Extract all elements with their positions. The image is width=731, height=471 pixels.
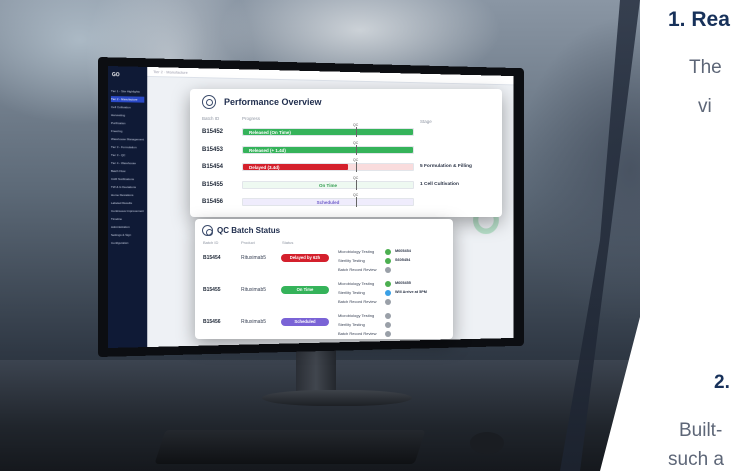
test-status-dot xyxy=(385,321,391,328)
app-logo: GO xyxy=(111,72,120,79)
qc-marker-line xyxy=(356,179,357,190)
sidebar-item[interactable]: Tier 3 - QC xyxy=(111,152,144,158)
batch-id: B15456 xyxy=(203,319,221,325)
sidebar-item[interactable]: Tier 1 - Site Highlights xyxy=(111,88,144,95)
sidebar-item[interactable]: Warehouse Management xyxy=(111,136,144,142)
sidebar-item[interactable]: Labeled Results xyxy=(111,200,144,206)
heading-1: 1. Rea xyxy=(668,8,730,31)
test-note: M605454 xyxy=(395,249,411,253)
batch-id: B15456 xyxy=(202,199,224,205)
status-badge[interactable]: Delayed by 62h xyxy=(281,254,329,262)
sidebar-item[interactable]: Timeline xyxy=(111,216,144,222)
test-name: Sterility Testing xyxy=(338,290,365,295)
sidebar-item[interactable]: Tier 2 - Manufacture xyxy=(110,96,145,103)
col-progress: Progress xyxy=(242,116,261,121)
col-stage: Stage xyxy=(420,119,432,124)
col-status: Status xyxy=(282,240,294,245)
body-text-line: The xyxy=(689,57,722,78)
qc-marker-line xyxy=(356,144,357,155)
sidebar-item[interactable]: Tier 3 - Formulation xyxy=(111,144,144,150)
test-status-dot xyxy=(385,266,391,273)
batch-id: B15453 xyxy=(202,146,224,153)
dashboard-icon xyxy=(202,95,216,109)
stage-label: 5 Formulation & Filling xyxy=(420,164,472,169)
body-text-line: vi xyxy=(698,96,712,117)
sidebar-item[interactable]: CAR Notifications xyxy=(111,176,144,182)
product-name: Rituximab5 xyxy=(241,255,267,261)
body-text-line: such a xyxy=(668,449,724,470)
batch-id: B15455 xyxy=(202,181,224,188)
card-title: QC Batch Status xyxy=(217,226,281,235)
product-name: Rituximab5 xyxy=(241,287,267,293)
product-name: Rituximab5 xyxy=(241,319,267,325)
batch-id: B15454 xyxy=(203,255,221,261)
test-note: Will Arrive at 5PM xyxy=(395,290,427,294)
test-status-dot xyxy=(385,257,391,264)
status-badge[interactable]: On Time xyxy=(281,286,329,294)
test-status-dot xyxy=(385,280,391,287)
keyboard xyxy=(154,430,426,464)
progress-label: Released (On Time) xyxy=(249,130,291,135)
qc-batch-status-card: QC Batch Status Batch ID Product Status … xyxy=(195,219,453,339)
sidebar: GO Tier 1 - Site Highlights Tier 2 - Manu… xyxy=(108,66,148,348)
qc-marker-line xyxy=(356,162,357,172)
heading-2: 2. xyxy=(714,372,730,393)
test-status-dot xyxy=(385,248,391,255)
test-note: M605455 xyxy=(395,281,411,285)
progress-bar[interactable]: Released (+ 1.4d) xyxy=(242,145,414,154)
status-badge[interactable]: Scheduled xyxy=(281,318,329,326)
mouse xyxy=(470,432,504,454)
sidebar-item[interactable]: TW & G Deviations xyxy=(111,184,144,190)
test-name: Batch Record Review xyxy=(338,331,377,336)
progress-bar[interactable]: On Time xyxy=(242,180,414,189)
qc-marker-line xyxy=(356,197,357,207)
sidebar-item[interactable]: Configuration xyxy=(111,240,144,246)
sidebar-item[interactable]: Batch Flow xyxy=(111,168,144,174)
sidebar-item[interactable]: Freezing xyxy=(111,128,144,134)
col-product: Product xyxy=(241,240,255,245)
progress-bar[interactable]: Scheduled xyxy=(242,198,414,206)
sidebar-item[interactable]: Home Deviations xyxy=(111,192,144,198)
progress-bar[interactable]: Delayed (3.4d) xyxy=(242,163,414,171)
batch-id: B15454 xyxy=(202,164,224,170)
col-batch-id: Batch ID xyxy=(203,240,219,245)
breadcrumb: Tier 2 · Manufacture xyxy=(153,69,188,75)
qc-icon xyxy=(202,225,213,236)
progress-label: On Time xyxy=(319,182,337,188)
body-text-line: Built- xyxy=(679,420,723,441)
stage-label: 1 Cell Cultivation xyxy=(420,181,459,187)
test-name: Microbiology Testing xyxy=(338,249,375,254)
monitor-base xyxy=(262,390,412,406)
test-status-dot xyxy=(385,312,391,319)
progress-label: Released (+ 1.4d) xyxy=(249,147,286,153)
test-name: Sterility Testing xyxy=(338,258,365,263)
col-batch-id: Batch ID xyxy=(202,116,220,121)
sidebar-item[interactable]: Cell Cultivation xyxy=(111,104,144,111)
test-note: S605454 xyxy=(395,258,411,262)
test-name: Sterility Testing xyxy=(338,322,365,327)
batch-id: B15452 xyxy=(202,129,224,135)
test-status-dot xyxy=(385,298,391,305)
sidebar-item[interactable]: Harvesting xyxy=(111,112,144,119)
test-name: Microbiology Testing xyxy=(338,281,375,286)
qc-marker-line xyxy=(356,127,357,137)
test-status-dot xyxy=(385,289,391,296)
progress-label: Delayed (3.4d) xyxy=(249,165,280,170)
test-name: Batch Record Review xyxy=(338,299,377,304)
sidebar-item[interactable]: Administration xyxy=(111,224,144,230)
test-name: Microbiology Testing xyxy=(338,313,375,318)
progress-bar[interactable]: Released (On Time) xyxy=(242,128,414,136)
sidebar-item[interactable]: Continuous Improvement xyxy=(111,208,144,214)
test-name: Batch Record Review xyxy=(338,267,377,272)
batch-id: B15455 xyxy=(203,287,221,293)
test-status-dot xyxy=(385,330,391,337)
progress-label: Scheduled xyxy=(316,200,340,205)
sidebar-item[interactable]: Purification xyxy=(111,120,144,126)
sidebar-item[interactable]: Tier 4 - Warehouse xyxy=(111,160,144,166)
sidebar-item[interactable]: Settings & Sign xyxy=(111,232,144,238)
card-title: Performance Overview xyxy=(224,97,322,107)
performance-overview-card: Performance Overview Batch ID Progress S… xyxy=(190,89,502,217)
